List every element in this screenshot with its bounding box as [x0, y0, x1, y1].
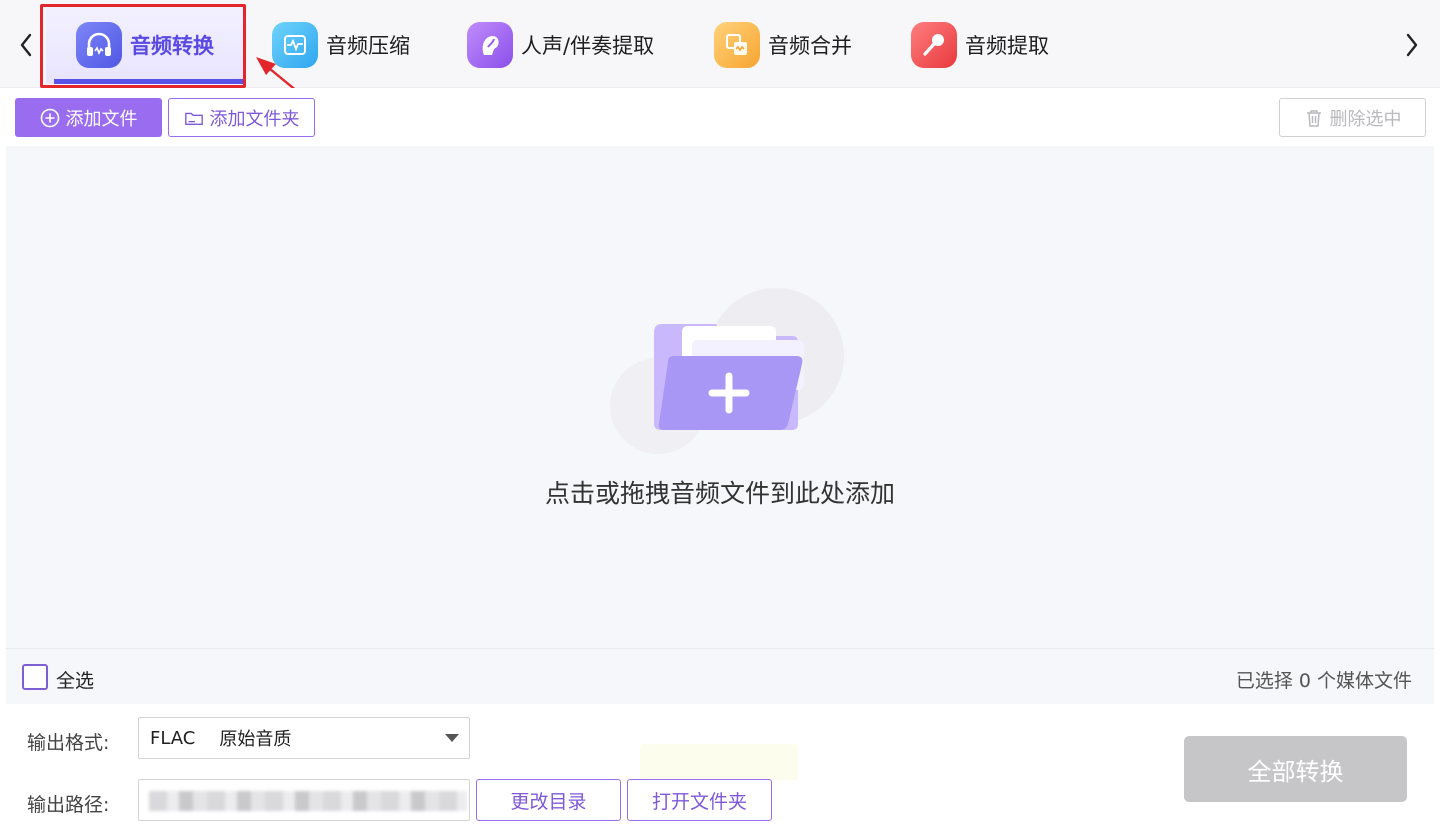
add-file-button[interactable]: 添加文件	[15, 98, 162, 137]
trash-icon	[1306, 109, 1321, 127]
tab-audio-convert[interactable]: 音频转换	[46, 6, 246, 84]
waveform-icon	[272, 22, 318, 68]
tab-audio-extract[interactable]: 音频提取	[911, 6, 1049, 84]
blurred-path-value	[149, 791, 467, 811]
select-all-checkbox[interactable]	[22, 664, 48, 690]
file-toolbar: 添加文件 添加文件夹 删除选中	[0, 88, 1440, 146]
headphones-icon	[76, 22, 122, 68]
open-folder-button[interactable]: 打开文件夹	[627, 779, 772, 821]
merge-icon	[714, 22, 760, 68]
tab-label: 人声/伴奏提取	[521, 34, 655, 58]
selected-count-text: 已选择 0 个媒体文件	[1235, 670, 1412, 692]
folder-icon	[184, 112, 203, 125]
select-all-label: 全选	[56, 670, 95, 692]
active-tab-indicator	[54, 79, 246, 84]
delete-selected-label: 删除选中	[1329, 108, 1402, 130]
tab-label: 音频合并	[768, 34, 852, 58]
tab-audio-compress[interactable]: 音频压缩	[272, 6, 410, 84]
chevron-left-icon[interactable]	[14, 30, 38, 60]
output-format-select[interactable]: FLAC 原始音质	[138, 717, 470, 759]
file-drop-zone[interactable]: 点击或拖拽音频文件到此处添加	[6, 146, 1434, 648]
add-folder-label: 添加文件夹	[209, 108, 300, 130]
dropdown-caret-icon	[445, 734, 459, 742]
voice-icon	[467, 22, 513, 68]
faint-watermark	[640, 744, 798, 780]
selection-bar: 全选 已选择 0 个媒体文件	[6, 648, 1434, 704]
output-settings-panel: 输出格式: FLAC 原始音质 输出路径: 更改目录 打开文件夹 全部转换	[0, 704, 1440, 840]
format-value: FLAC	[150, 727, 196, 749]
drop-hint-text: 点击或拖拽音频文件到此处添加	[544, 479, 895, 508]
tab-audio-merge[interactable]: 音频合并	[714, 6, 852, 84]
feature-tab-bar: 音频转换 音频压缩 人声/伴奏提取 音频合并 音频提取	[0, 0, 1440, 88]
tab-label: 音频提取	[965, 34, 1049, 58]
add-file-label: 添加文件	[65, 108, 138, 130]
tab-vocal-extract[interactable]: 人声/伴奏提取	[467, 6, 654, 84]
convert-all-button[interactable]: 全部转换	[1184, 736, 1407, 802]
tab-label: 音频压缩	[326, 34, 410, 58]
plus-circle-icon	[40, 108, 59, 127]
change-directory-button[interactable]: 更改目录	[476, 779, 621, 821]
add-folder-illustration	[610, 288, 844, 454]
output-format-label: 输出格式:	[27, 732, 110, 754]
output-path-input[interactable]	[138, 779, 470, 821]
quality-value: 原始音质	[219, 729, 292, 750]
add-folder-button[interactable]: 添加文件夹	[168, 98, 315, 137]
tab-label: 音频转换	[130, 34, 214, 58]
chevron-right-icon[interactable]	[1400, 30, 1424, 60]
microphone-icon	[911, 22, 957, 68]
output-path-label: 输出路径:	[27, 794, 110, 816]
delete-selected-button[interactable]: 删除选中	[1279, 98, 1426, 137]
